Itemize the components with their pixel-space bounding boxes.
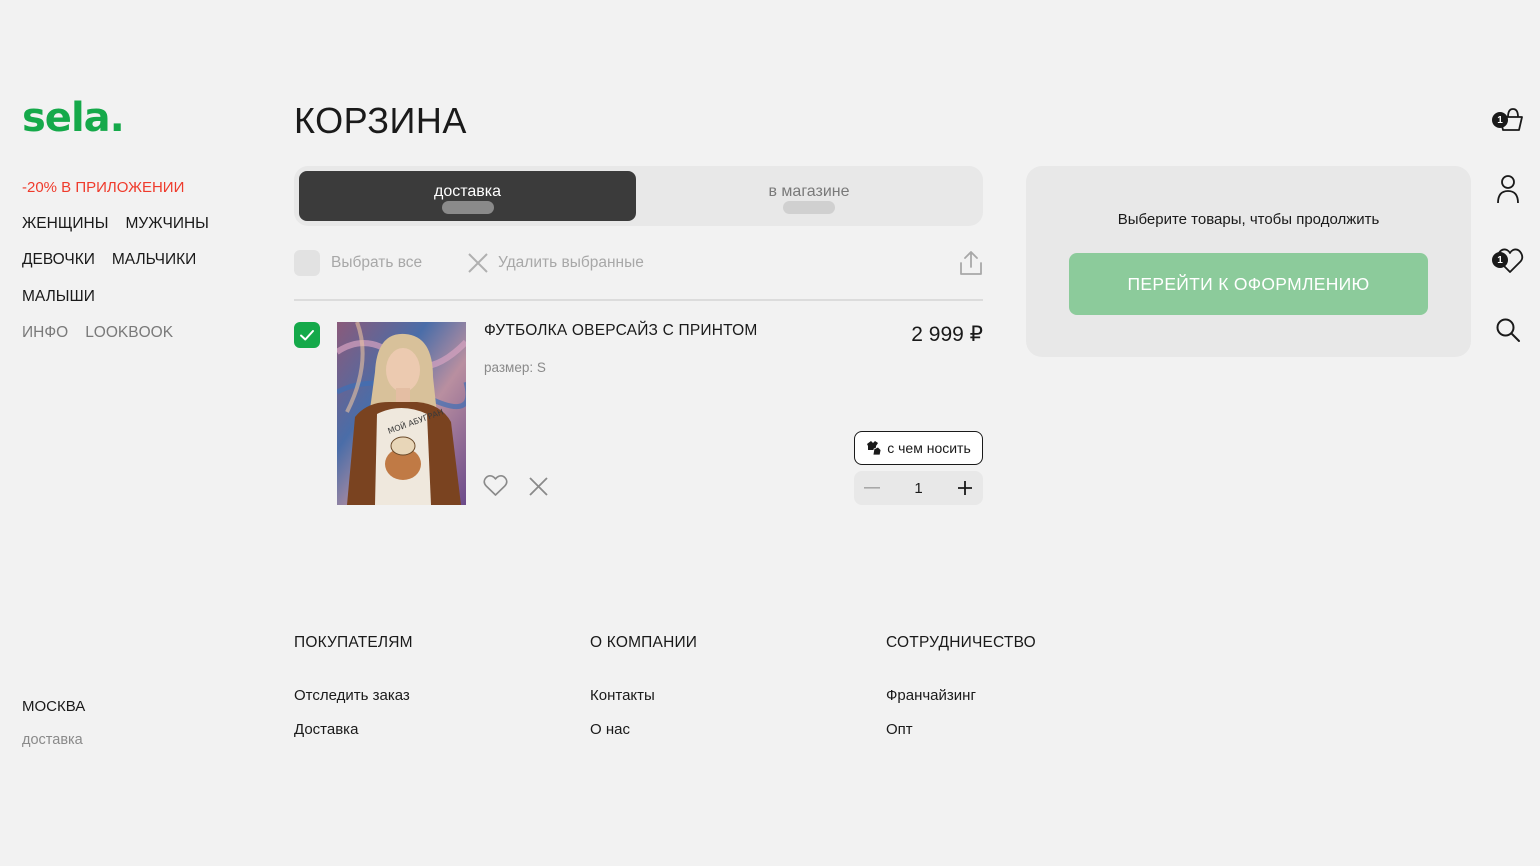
cart-count-badge: 1: [1492, 112, 1508, 128]
remove-item-icon[interactable]: [528, 476, 549, 502]
nav-row-adults: ЖЕНЩИНЫ МУЖЧИНЫ: [22, 215, 209, 233]
tab-delivery[interactable]: доставка: [299, 171, 636, 221]
quantity-stepper: 1: [854, 471, 983, 505]
footer-link-track-order[interactable]: Отследить заказ: [294, 687, 410, 704]
tab-in-store-label: в магазине: [768, 183, 850, 200]
outfit-button-label: с чем носить: [887, 440, 971, 456]
nav-men[interactable]: МУЖЧИНЫ: [125, 215, 208, 233]
nav-row-babies: МАЛЫШИ: [22, 288, 95, 306]
page-title: КОРЗИНА: [294, 100, 467, 141]
close-icon[interactable]: [467, 252, 489, 279]
footer-link-franchise[interactable]: Франчайзинг: [886, 687, 976, 704]
heart-icon[interactable]: [483, 474, 508, 502]
nav-women[interactable]: ЖЕНЩИНЫ: [22, 215, 108, 233]
checkout-button[interactable]: ПЕРЕЙТИ К ОФОРМЛЕНИЮ: [1069, 253, 1428, 315]
tab-in-store-indicator: [783, 201, 835, 214]
item-size: размер: S: [484, 360, 546, 375]
nav-lookbook[interactable]: LOOKBOOK: [85, 324, 173, 342]
item-name[interactable]: ФУТБОЛКА ОВЕРСАЙЗ С ПРИНТОМ: [484, 322, 757, 340]
outfit-suggestion-button[interactable]: с чем носить: [854, 431, 983, 465]
cart-button[interactable]: 1: [1490, 102, 1526, 138]
city-selector[interactable]: МОСКВА: [22, 698, 85, 715]
footer-heading-partnership: СОТРУДНИЧЕСТВО: [886, 634, 1036, 651]
nav-babies[interactable]: МАЛЫШИ: [22, 288, 95, 306]
share-icon[interactable]: [958, 249, 984, 282]
footer-heading-company: О КОМПАНИИ: [590, 634, 698, 651]
nav-boys[interactable]: МАЛЬЧИКИ: [112, 251, 196, 269]
search-icon[interactable]: [1490, 312, 1526, 348]
item-checkbox[interactable]: [294, 322, 320, 348]
nav-row-secondary: ИНФО LOOKBOOK: [22, 324, 173, 342]
delete-selected-button[interactable]: Удалить выбранные: [498, 254, 644, 272]
city-delivery-label: доставка: [22, 732, 83, 748]
tab-delivery-indicator: [441, 201, 494, 214]
user-icon[interactable]: [1490, 171, 1526, 207]
summary-hint: Выберите товары, чтобы продолжить: [1117, 211, 1380, 228]
quantity-value[interactable]: 1: [914, 480, 922, 497]
promo-link[interactable]: -20% В ПРИЛОЖЕНИИ: [22, 179, 184, 196]
check-icon: [300, 330, 314, 341]
footer-link-about[interactable]: О нас: [590, 721, 630, 738]
footer-link-contacts[interactable]: Контакты: [590, 687, 655, 704]
logo[interactable]: sela.: [22, 98, 125, 138]
nav-girls[interactable]: ДЕВОЧКИ: [22, 251, 95, 269]
favorites-count-badge: 1: [1492, 252, 1508, 268]
footer-link-delivery[interactable]: Доставка: [294, 721, 358, 738]
nav-row-kids: ДЕВОЧКИ МАЛЬЧИКИ: [22, 251, 196, 269]
delivery-tabs: доставка в магазине: [294, 166, 983, 226]
product-image[interactable]: МОЙ АБУГРАН: [337, 322, 466, 505]
order-summary-panel: Выберите товары, чтобы продолжить ПЕРЕЙТ…: [1026, 166, 1471, 357]
minus-icon[interactable]: [862, 478, 882, 498]
footer-link-wholesale[interactable]: Опт: [886, 721, 913, 738]
plus-icon[interactable]: [955, 478, 975, 498]
outfit-icon: [867, 441, 882, 456]
toolbar-divider: [294, 299, 983, 301]
favorites-button[interactable]: 1: [1490, 242, 1526, 278]
footer-heading-customers: ПОКУПАТЕЛЯМ: [294, 634, 413, 651]
tab-delivery-label: доставка: [433, 183, 502, 200]
select-all-checkbox[interactable]: [294, 250, 320, 276]
tab-in-store[interactable]: в магазине: [640, 171, 978, 221]
select-all-label[interactable]: Выбрать все: [331, 254, 422, 272]
nav-info[interactable]: ИНФО: [22, 324, 68, 342]
item-price: 2 999 ₽: [911, 323, 983, 346]
